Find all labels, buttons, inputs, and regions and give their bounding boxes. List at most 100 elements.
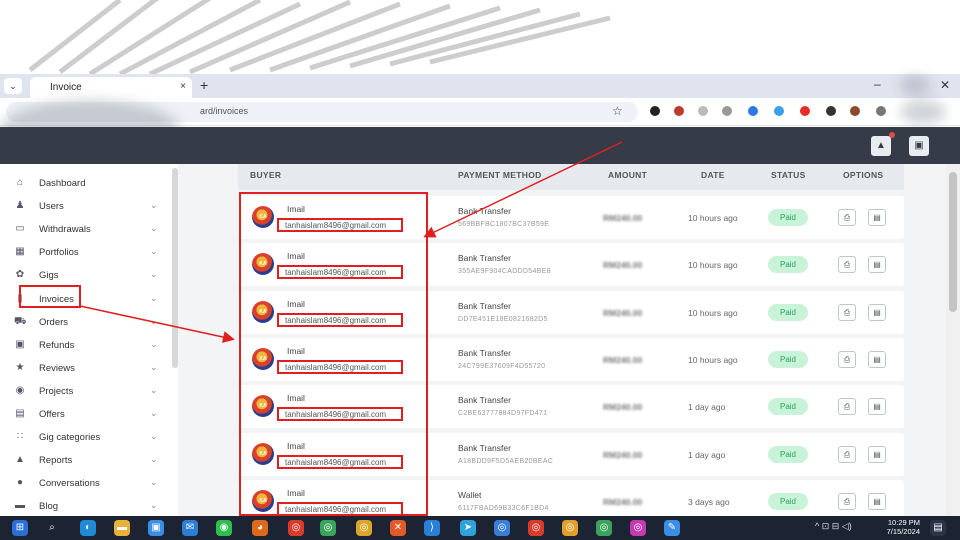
extension-translate-icon[interactable]: [722, 106, 732, 116]
chrome-profile-5-icon[interactable]: ◎: [528, 520, 544, 536]
status-badge: Paid: [768, 350, 808, 368]
user-menu-icon[interactable]: ▣: [909, 136, 929, 156]
sidebar-item-dashboard[interactable]: ⌂ Dashboard: [0, 174, 170, 194]
sidebar-item-withdrawals[interactable]: ▭ Withdrawals ⌄: [0, 220, 170, 240]
bookmark-star-icon[interactable]: ☆: [612, 104, 623, 118]
search-icon[interactable]: ⌕: [44, 520, 60, 536]
sidebar-item-users[interactable]: ♟ Users ⌄: [0, 197, 170, 217]
chevron-down-icon[interactable]: ⌄: [150, 454, 158, 465]
print-invoice-button[interactable]: ⎙: [838, 445, 856, 463]
sidebar-item-portfolios[interactable]: ▦ Portfolios ⌄: [0, 243, 170, 263]
chevron-down-icon[interactable]: ⌄: [150, 500, 158, 511]
chevron-down-icon[interactable]: ⌄: [150, 316, 158, 327]
print-invoice-button[interactable]: ⎙: [838, 256, 856, 274]
chevron-down-icon[interactable]: ⌄: [150, 408, 158, 419]
sidebar-item-orders[interactable]: ⛟ Orders ⌄: [0, 313, 170, 333]
extension-pen-icon[interactable]: [650, 106, 660, 116]
chrome-profile-8-icon[interactable]: ◎: [630, 520, 646, 536]
sidebar-item-label: Blog: [39, 501, 59, 513]
date-value: 10 hours ago: [688, 213, 738, 223]
firefox-icon[interactable]: ◕: [252, 520, 268, 536]
extension-chat-icon[interactable]: [774, 106, 784, 116]
sidebar-item-label: Projects: [39, 385, 74, 397]
users-icon: ♟: [15, 200, 25, 212]
chat-icon: ●: [16, 477, 24, 489]
print-invoice-button[interactable]: ⎙: [838, 209, 856, 226]
print-invoice-button[interactable]: ⎙: [838, 398, 856, 416]
extension-red-icon[interactable]: [674, 106, 684, 116]
sidebar-item-reports[interactable]: ▲ Reports ⌄: [0, 451, 170, 471]
chevron-down-icon[interactable]: ⌄: [150, 385, 158, 396]
chevron-down-icon[interactable]: ⌄: [150, 246, 158, 257]
chrome-icon[interactable]: ◎: [288, 520, 304, 536]
view-invoice-button[interactable]: ▤: [868, 492, 886, 510]
payment-reference: 6117FBAD69B33C6F1BD4: [458, 504, 549, 512]
extensions-puzzle-icon[interactable]: [876, 106, 886, 116]
chrome-profile-4-icon[interactable]: ◎: [494, 520, 510, 536]
main-scrollbar-thumb[interactable]: [949, 172, 957, 312]
chrome-profile-7-icon[interactable]: ◎: [596, 520, 612, 536]
chrome-profile-3-icon[interactable]: ◎: [356, 520, 372, 536]
view-invoice-button[interactable]: ▤: [868, 350, 886, 368]
chevron-down-icon[interactable]: ⌄: [150, 339, 158, 350]
chevron-down-icon[interactable]: ⌄: [150, 362, 158, 373]
url-text: ard/invoices: [200, 106, 249, 116]
sidebar-item-conversations[interactable]: ● Conversations ⌄: [0, 474, 170, 494]
chrome-profile-6-icon[interactable]: ◎: [562, 520, 578, 536]
xampp-icon[interactable]: ✕: [390, 520, 406, 536]
chevron-down-icon[interactable]: ⌄: [150, 293, 158, 304]
extension-black-icon[interactable]: [826, 106, 836, 116]
tab-close-icon[interactable]: ×: [180, 81, 186, 92]
payment-reference: A18BDD9F5D5AEB20BEAC: [458, 457, 554, 465]
sidebar-item-gigs[interactable]: ✿ Gigs ⌄: [0, 266, 170, 286]
payment-reference: 355AE9F904CADDD54BE8: [458, 268, 551, 276]
new-tab-button[interactable]: +: [200, 77, 208, 93]
chevron-down-icon[interactable]: ⌄: [150, 269, 158, 280]
vscode-icon[interactable]: ⟩: [424, 520, 440, 536]
view-invoice-button[interactable]: ▤: [868, 256, 886, 274]
print-invoice-button[interactable]: ⎙: [838, 350, 856, 368]
sidebar-item-refunds[interactable]: ▣ Refunds ⌄: [0, 336, 170, 356]
system-tray[interactable]: ^ ⊡ ⊟ ◁): [815, 521, 852, 532]
browser-tab-invoices[interactable]: Invoice ×: [30, 77, 192, 98]
sidebar-item-blog[interactable]: ▬ Blog ⌄: [0, 497, 170, 517]
sidebar-item-label: Offers: [39, 409, 65, 420]
chevron-down-icon[interactable]: ⌄: [150, 200, 158, 211]
notifications-center-icon[interactable]: ▤: [930, 520, 946, 536]
sidebar-item-label: Withdrawals: [39, 224, 91, 236]
extension-blue-icon[interactable]: [748, 106, 758, 116]
chevron-down-icon[interactable]: ⌄: [150, 223, 158, 234]
chrome-profile-2-icon[interactable]: ◎: [320, 520, 336, 536]
telegram-icon[interactable]: ➤: [460, 520, 476, 536]
sidebar-item-projects[interactable]: ◉ Projects ⌄: [0, 382, 170, 402]
payment-reference: 569BBFBC1807BC37B59E: [458, 221, 550, 228]
notification-bell-icon[interactable]: ▲: [871, 136, 891, 156]
sidebar-item-offers[interactable]: ▤ Offers ⌄: [0, 405, 170, 425]
view-invoice-button[interactable]: ▤: [868, 209, 886, 226]
view-invoice-button[interactable]: ▤: [868, 445, 886, 463]
extension-opera-icon[interactable]: [800, 106, 810, 116]
chevron-down-icon[interactable]: ⌄: [150, 477, 158, 488]
view-invoice-button[interactable]: ▤: [868, 303, 886, 321]
extension-cookie-icon[interactable]: [850, 106, 860, 116]
chevron-down-icon[interactable]: ⌄: [150, 431, 158, 442]
store-icon[interactable]: ▣: [148, 520, 164, 536]
sidebar-item-reviews[interactable]: ★ Reviews ⌄: [0, 359, 170, 379]
tab-search-button[interactable]: ⌄: [4, 78, 22, 94]
whatsapp-icon[interactable]: ◉: [216, 520, 232, 536]
print-invoice-button[interactable]: ⎙: [838, 492, 856, 510]
view-invoice-button[interactable]: ▤: [868, 398, 886, 416]
edge-browser-icon[interactable]: ◐: [80, 520, 96, 536]
mail-icon[interactable]: ✉: [182, 520, 198, 536]
taskbar-clock[interactable]: 10:29 PM 7/15/2024: [884, 518, 920, 536]
minimize-button[interactable]: –: [874, 77, 881, 91]
tab-title: Invoice: [50, 82, 82, 93]
date-value: 3 days ago: [688, 496, 730, 507]
windows-start-icon[interactable]: ⊞: [12, 520, 28, 536]
print-invoice-button[interactable]: ⎙: [838, 303, 856, 321]
sidebar-item-gig-categories[interactable]: ∷ Gig categories ⌄: [0, 428, 170, 448]
extension-compass-icon[interactable]: [698, 106, 708, 116]
window-close-button[interactable]: ✕: [940, 78, 950, 92]
paint-icon[interactable]: ✎: [664, 520, 680, 536]
file-explorer-icon[interactable]: ▬: [114, 520, 130, 536]
